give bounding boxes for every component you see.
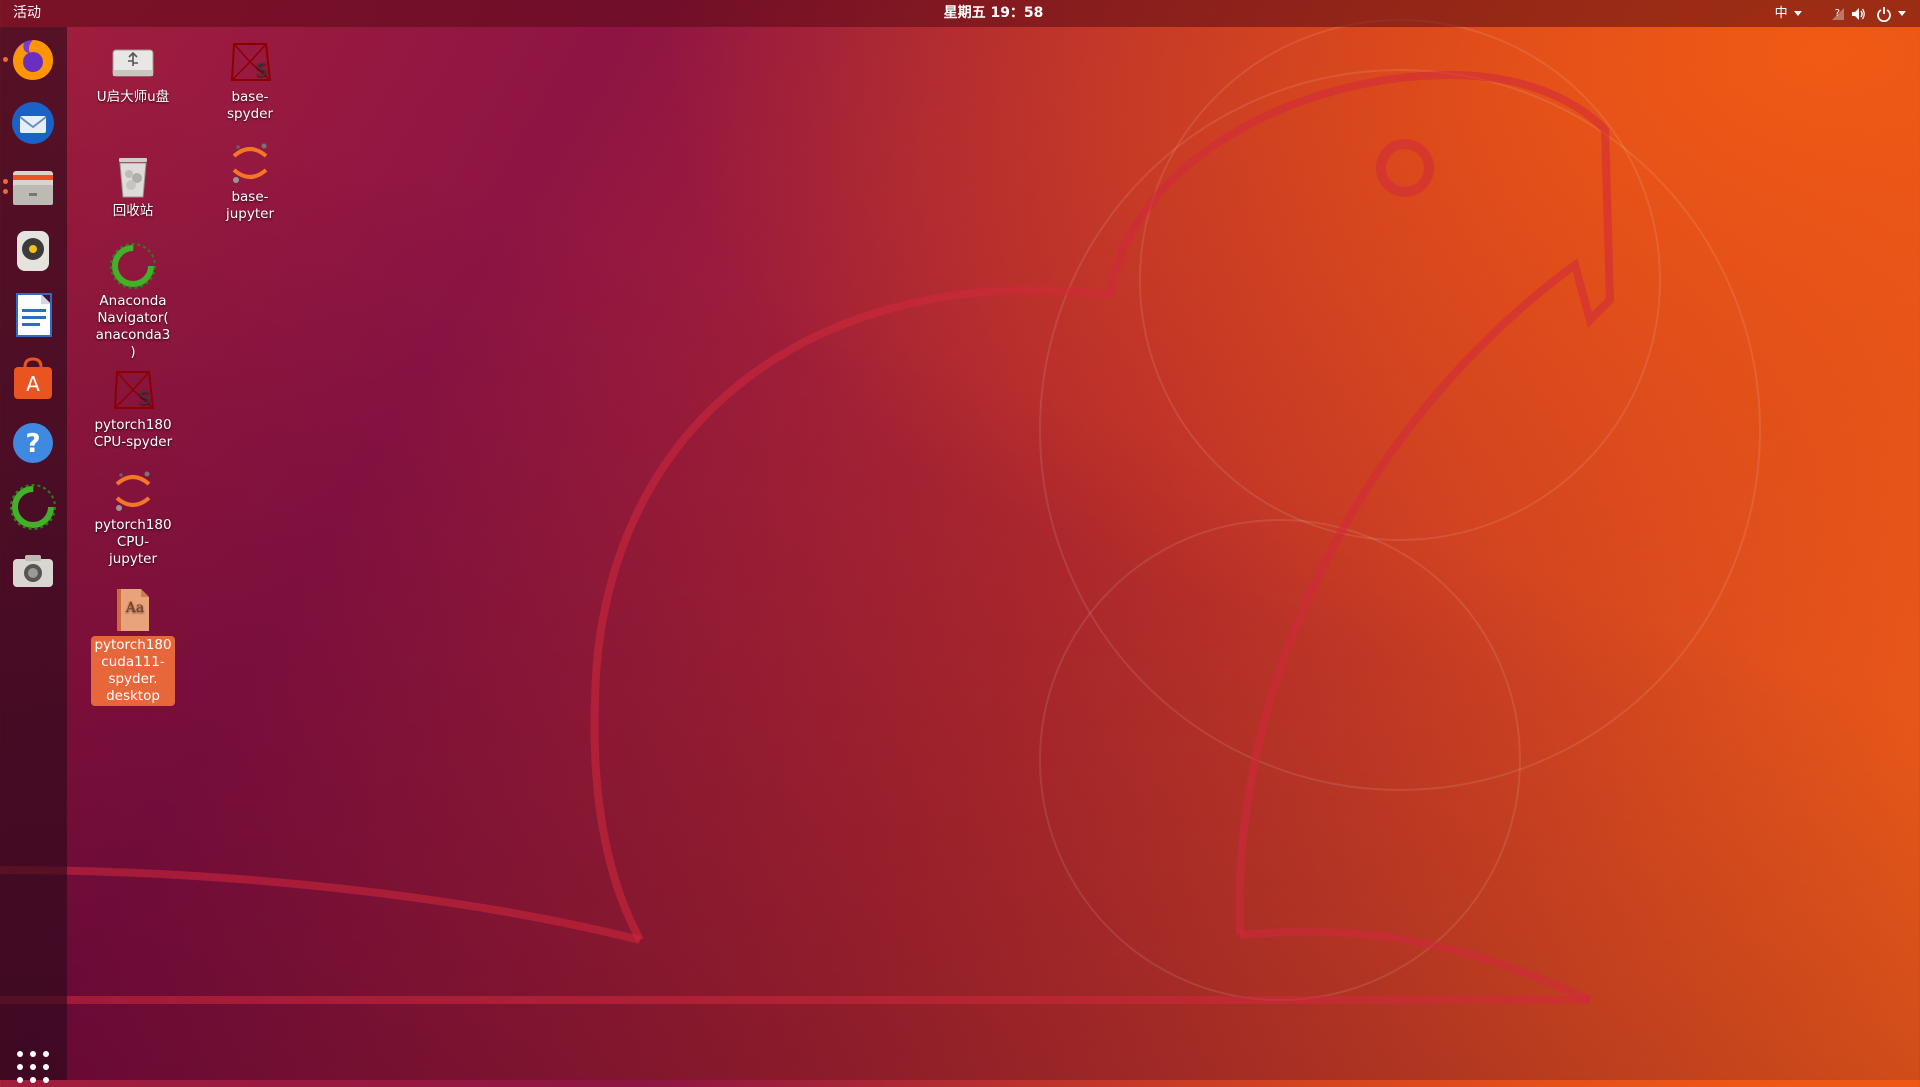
usb-drive-icon: [109, 38, 157, 86]
power-icon[interactable]: [1876, 6, 1906, 22]
spyder-icon: S: [109, 366, 157, 414]
running-indicator: [3, 57, 8, 62]
clock[interactable]: 星期五 19：58: [900, 0, 1087, 27]
show-applications-button[interactable]: [13, 1047, 53, 1087]
desktop-icon-anaconda-navigator[interactable]: Anaconda Navigator( anaconda3): [91, 242, 175, 362]
desktop-file-icon: Aa: [109, 586, 157, 634]
desktop-icon-label: base- jupyter: [225, 189, 274, 222]
desktop-icon-usb-drive[interactable]: U启大师u盘: [91, 38, 175, 107]
desktop-icon-label: U启大师u盘: [96, 89, 170, 105]
screenshot-icon: [13, 555, 53, 587]
dock-help[interactable]: ?: [9, 419, 57, 467]
chevron-down-icon: [1793, 11, 1802, 16]
desktop-icon-label: Anaconda Navigator( anaconda3): [95, 293, 171, 360]
dock: A ?: [0, 27, 67, 1083]
activities-button[interactable]: 活动: [13, 0, 41, 27]
desktop-icon-label: pytorch180 cuda111- spyder. desktop: [91, 636, 175, 706]
desktop-icon-label: pytorch180 CPU-spyder: [93, 417, 173, 450]
desktop-icon-pytorch-cuda-spyder-desktop[interactable]: Aa pytorch180 cuda111- spyder. desktop: [91, 586, 175, 706]
svg-text:A: A: [26, 372, 40, 396]
firefox-icon: [13, 40, 54, 80]
svg-text:S: S: [256, 60, 267, 81]
network-icon[interactable]: ?: [1830, 0, 1844, 27]
running-indicator: [3, 189, 8, 194]
desktop-icon-label: 回收站: [112, 203, 154, 219]
dock-anaconda[interactable]: [9, 483, 57, 531]
desktop-icon-trash[interactable]: 回收站: [91, 152, 175, 221]
libreoffice-writer-icon: [16, 293, 52, 337]
dock-screenshot[interactable]: [9, 547, 57, 595]
desktop-icon-pytorch-cpu-spyder[interactable]: S pytorch180 CPU-spyder: [91, 366, 175, 452]
spyder-icon: S: [226, 38, 274, 86]
rhythmbox-icon: [17, 231, 49, 271]
software-center-icon: A: [14, 357, 52, 399]
dock-thunderbird[interactable]: [9, 99, 57, 147]
trash-icon: [109, 152, 157, 200]
svg-text:?: ?: [25, 429, 40, 459]
desktop-icon-label: base- spyder: [226, 89, 274, 122]
desktop-icon-base-spyder[interactable]: S base- spyder: [208, 38, 292, 124]
jupyter-icon: [109, 466, 157, 514]
anaconda-icon: [10, 484, 56, 530]
desktop-icon-label: pytorch180 CPU- jupyter: [94, 517, 172, 567]
svg-text:Aa: Aa: [125, 600, 144, 616]
running-indicator: [3, 179, 8, 184]
volume-icon[interactable]: [1850, 6, 1866, 22]
input-method-label: 中: [1774, 6, 1788, 21]
anaconda-icon: [109, 242, 157, 290]
dock-software-center[interactable]: A: [9, 355, 57, 403]
input-method-indicator[interactable]: 中: [1775, 0, 1802, 27]
dock-files[interactable]: [9, 163, 57, 211]
dock-firefox[interactable]: [9, 35, 57, 83]
top-bar: 活动 星期五 19：58 中 ?: [0, 0, 1920, 27]
files-icon: [13, 171, 53, 205]
help-icon: ?: [13, 423, 53, 463]
chevron-down-icon: [1898, 11, 1906, 16]
jupyter-icon: [226, 138, 274, 186]
desktop-icon-base-jupyter[interactable]: base- jupyter: [208, 138, 292, 224]
network-status-label: ?: [1834, 8, 1840, 19]
system-tray: 中 ?: [1775, 0, 1906, 27]
thunderbird-icon: [12, 102, 54, 144]
svg-text:S: S: [139, 388, 150, 409]
desktop-icon-pytorch-cpu-jupyter[interactable]: pytorch180 CPU- jupyter: [91, 466, 175, 569]
dock-rhythmbox[interactable]: [9, 227, 57, 275]
dock-libreoffice-writer[interactable]: [9, 291, 57, 339]
